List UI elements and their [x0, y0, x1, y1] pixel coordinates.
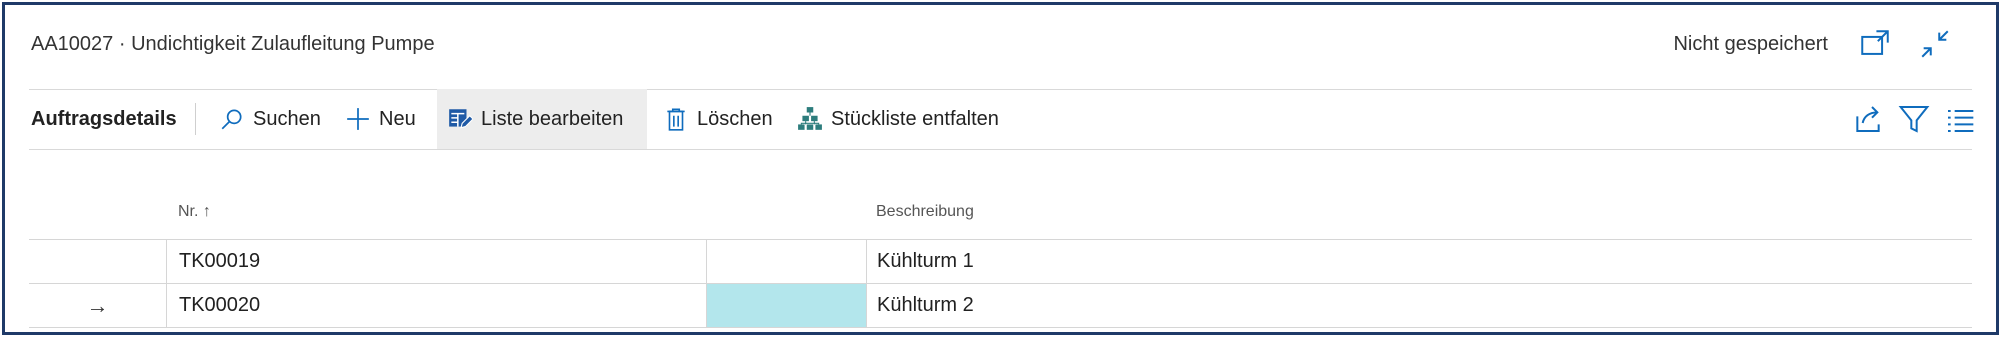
list-view-icon[interactable] — [1944, 103, 1976, 135]
delete-button[interactable]: Löschen — [653, 89, 783, 149]
save-status: Nicht gespeichert — [1673, 33, 1828, 55]
cell-nr[interactable]: TK00019 — [166, 240, 706, 283]
cell-nr[interactable]: TK00020 — [166, 284, 706, 327]
trash-icon — [663, 106, 689, 132]
cell-beschreibung[interactable]: Kühlturm 1 — [866, 240, 1972, 283]
explode-bom-button[interactable]: Stückliste entfalten — [787, 89, 1009, 149]
action-bar: Auftragsdetails Suchen Neu Liste bearbei… — [5, 89, 1996, 149]
search-label: Suchen — [253, 107, 321, 130]
toolbar-divider — [195, 103, 196, 135]
plus-icon — [345, 106, 371, 132]
cell-empty[interactable] — [706, 240, 866, 283]
cell-empty-active[interactable] — [706, 284, 866, 327]
collapse-icon[interactable] — [1918, 27, 1952, 61]
table-row[interactable]: → TK00020 Kühlturm 2 — [29, 283, 1972, 328]
filter-icon[interactable] — [1898, 103, 1930, 135]
column-header-beschreibung[interactable]: Beschreibung — [876, 203, 974, 221]
search-button[interactable]: Suchen — [209, 89, 331, 149]
page-frame: AA10027 · Undichtigkeit Zulaufleitung Pu… — [2, 2, 1999, 335]
row-selector[interactable] — [29, 240, 166, 283]
open-in-new-window-icon[interactable] — [1858, 27, 1892, 61]
cell-beschreibung[interactable]: Kühlturm 2 — [866, 284, 1972, 327]
section-title: Auftragsdetails — [31, 107, 177, 130]
delete-label: Löschen — [697, 107, 773, 130]
title-bar: AA10027 · Undichtigkeit Zulaufleitung Pu… — [5, 5, 1996, 87]
bom-hierarchy-icon — [797, 106, 823, 132]
new-label: Neu — [379, 107, 416, 130]
row-selector[interactable]: → — [29, 284, 166, 327]
page-title: AA10027 · Undichtigkeit Zulaufleitung Pu… — [31, 33, 435, 55]
search-icon — [219, 106, 245, 132]
edit-list-button[interactable]: Liste bearbeiten — [437, 89, 647, 149]
new-button[interactable]: Neu — [335, 89, 426, 149]
table-row[interactable]: TK00019 Kühlturm 1 — [29, 239, 1972, 283]
column-header-nr[interactable]: Nr. ↑ — [178, 203, 211, 221]
edit-list-label: Liste bearbeiten — [481, 107, 624, 130]
explode-bom-label: Stückliste entfalten — [831, 107, 999, 130]
toolbar-divider-bottom — [29, 149, 1972, 150]
edit-list-icon — [447, 106, 474, 132]
share-icon[interactable] — [1852, 103, 1884, 135]
